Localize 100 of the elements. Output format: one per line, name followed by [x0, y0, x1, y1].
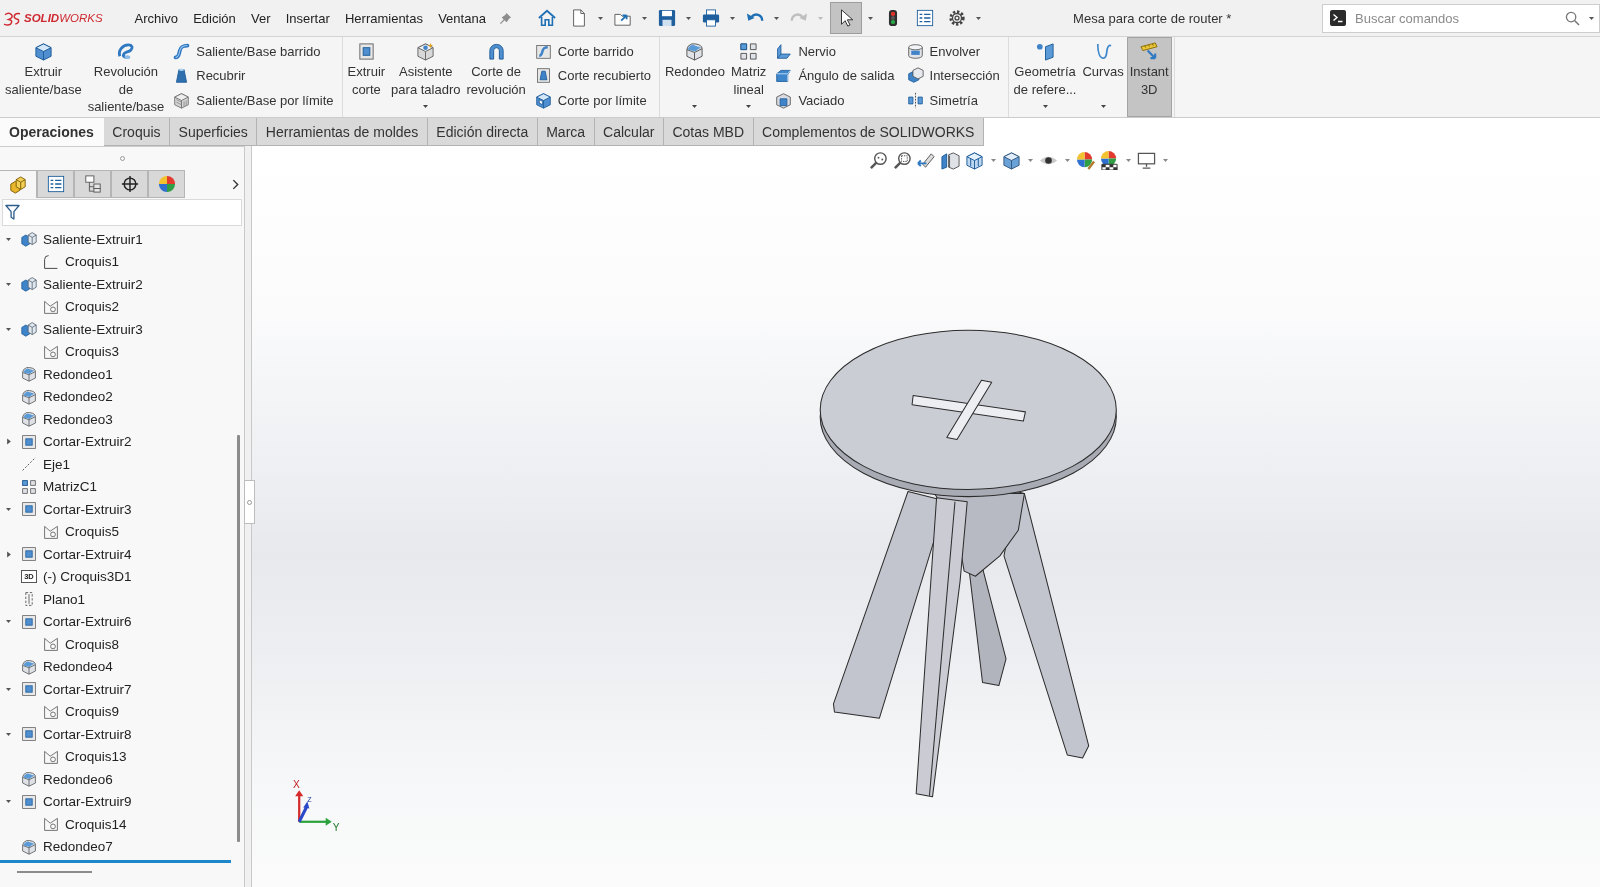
- magnifier-icon[interactable]: [869, 151, 888, 170]
- caret-icon[interactable]: [1588, 15, 1595, 21]
- caret-icon[interactable]: [597, 15, 605, 21]
- tree-item[interactable]: Redondeo7: [0, 835, 232, 858]
- tree-item[interactable]: Cortar-Extruir8: [0, 723, 232, 746]
- caret-icon[interactable]: [773, 15, 781, 21]
- ribbon-button[interactable]: Saliente/Base por límite: [169, 88, 338, 113]
- menu-item[interactable]: Ver: [243, 3, 279, 33]
- panel-collapse-handle[interactable]: [244, 480, 255, 524]
- caret-icon[interactable]: [691, 104, 699, 109]
- tab[interactable]: Cotas MBD: [663, 118, 754, 146]
- caret-icon[interactable]: [1041, 104, 1049, 109]
- tree-item[interactable]: Cortar-Extruir3: [0, 498, 232, 521]
- caret-down-icon[interactable]: [5, 281, 12, 287]
- tree-item[interactable]: Redondeo4: [0, 655, 232, 678]
- ribbon-button[interactable]: Corte por límite: [530, 88, 655, 113]
- panel-tab[interactable]: [111, 170, 148, 198]
- ribbon-button[interactable]: Corte recubierto: [530, 63, 655, 88]
- ribbon-button[interactable]: Instant 3D: [1126, 37, 1172, 117]
- pin-icon[interactable]: [499, 11, 513, 25]
- scrollbar-thumb[interactable]: [236, 435, 240, 842]
- caret-icon[interactable]: [422, 104, 430, 109]
- tree-item[interactable]: Croquis14: [0, 813, 232, 836]
- scrollbar-thumb[interactable]: [17, 871, 92, 873]
- tree-item[interactable]: Redondeo1: [0, 363, 232, 386]
- magnifier-frame-icon[interactable]: [893, 151, 912, 170]
- tree-item[interactable]: Cortar-Extruir6: [0, 610, 232, 633]
- color-ball-icon[interactable]: [1076, 151, 1095, 170]
- tree-item[interactable]: Cortar-Extruir9: [0, 790, 232, 813]
- tab[interactable]: Complementos de SOLIDWORKS: [753, 118, 984, 146]
- ribbon-button[interactable]: Geometría de refere...: [1010, 37, 1080, 117]
- tree-item[interactable]: Saliente-Extruir3: [0, 318, 232, 341]
- caret-icon[interactable]: [745, 104, 753, 109]
- tree-item[interactable]: Redondeo3: [0, 408, 232, 431]
- tree-item[interactable]: Cortar-Extruir2: [0, 430, 232, 453]
- caret-icon[interactable]: [1099, 104, 1107, 109]
- tab[interactable]: Herramientas de moldes: [257, 118, 428, 146]
- search-field[interactable]: Buscar comandos: [1322, 3, 1600, 33]
- ribbon-button[interactable]: Corte barrido: [530, 39, 655, 64]
- ribbon-button[interactable]: Asistente para taladro: [388, 37, 464, 117]
- filter-field[interactable]: [2, 199, 242, 226]
- caret-down-icon[interactable]: [5, 326, 12, 332]
- tree-item[interactable]: Croquis13: [0, 745, 232, 768]
- menu-item[interactable]: Ventana: [430, 3, 494, 33]
- cube-views-icon[interactable]: [965, 151, 984, 170]
- tab[interactable]: Superficies: [170, 118, 258, 146]
- scene-icon[interactable]: [1100, 151, 1119, 170]
- menu-item[interactable]: Herramientas: [337, 3, 431, 33]
- ribbon-button[interactable]: Ángulo de salida: [771, 63, 899, 88]
- tab[interactable]: Operaciones: [0, 118, 104, 146]
- caret-down-icon[interactable]: [5, 686, 12, 692]
- caret-icon[interactable]: [641, 15, 649, 21]
- search-icon[interactable]: [1565, 10, 1580, 26]
- tree-item[interactable]: Croquis9: [0, 700, 232, 723]
- ribbon-button[interactable]: Extruir saliente/base: [2, 37, 85, 117]
- caret-icon[interactable]: [729, 15, 737, 21]
- caret-icon[interactable]: [867, 15, 875, 21]
- tree-item[interactable]: Eje1: [0, 453, 232, 476]
- ribbon-button[interactable]: Nervio: [771, 39, 899, 64]
- ribbon-button[interactable]: Envolver: [902, 39, 1004, 64]
- ribbon-button[interactable]: Intersección: [902, 63, 1004, 88]
- tree-item[interactable]: Croquis1: [0, 250, 232, 273]
- menu-item[interactable]: Archivo: [127, 3, 186, 33]
- cube-icon[interactable]: [1002, 151, 1021, 170]
- caret-down-icon[interactable]: [5, 619, 12, 625]
- stool-model[interactable]: [819, 329, 1117, 798]
- caret-down-icon[interactable]: [5, 799, 12, 805]
- ribbon-button[interactable]: Curvas: [1079, 37, 1127, 117]
- ribbon-button[interactable]: Corte de revolución: [463, 37, 529, 117]
- menu-item[interactable]: Insertar: [278, 3, 338, 33]
- tree-item[interactable]: Croquis8: [0, 633, 232, 656]
- caret-icon[interactable]: [975, 15, 983, 21]
- ribbon-button[interactable]: Saliente/Base barrido: [169, 39, 338, 64]
- ribbon-button[interactable]: Revolución de saliente/base: [84, 37, 168, 117]
- tree-item[interactable]: Croquis5: [0, 520, 232, 543]
- pencil-arrow-icon[interactable]: [917, 151, 936, 170]
- tab[interactable]: Croquis: [103, 118, 171, 146]
- tab[interactable]: Edición directa: [427, 118, 538, 146]
- tree-item[interactable]: Cortar-Extruir4: [0, 543, 232, 566]
- select-button[interactable]: [830, 2, 863, 34]
- caret-down-icon[interactable]: [5, 506, 12, 512]
- monitor-icon[interactable]: [1137, 151, 1156, 170]
- tree-item[interactable]: Redondeo6: [0, 768, 232, 791]
- menu-item[interactable]: Edición: [185, 3, 244, 33]
- ribbon-button[interactable]: Simetría: [902, 88, 1004, 113]
- ribbon-button[interactable]: Matriz lineal: [728, 37, 770, 117]
- ribbon-button[interactable]: Extruir corte: [344, 37, 389, 117]
- tab[interactable]: Calcular: [594, 118, 664, 146]
- tree-item[interactable]: Redondeo2: [0, 385, 232, 408]
- tree-item[interactable]: Croquis2: [0, 295, 232, 318]
- caret-icon[interactable]: [685, 15, 693, 21]
- caret-down-icon[interactable]: [5, 731, 12, 737]
- tree-item[interactable]: Saliente-Extruir1: [0, 228, 232, 251]
- caret-down-icon[interactable]: [5, 236, 12, 242]
- tree-item[interactable]: Croquis3: [0, 340, 232, 363]
- caret-right-icon[interactable]: [5, 550, 12, 558]
- ribbon-button[interactable]: Redondeo: [662, 37, 728, 117]
- ribbon-button[interactable]: Vaciado: [771, 88, 899, 113]
- ribbon-button[interactable]: Recubrir: [169, 63, 338, 88]
- tree-item[interactable]: MatrizC1: [0, 475, 232, 498]
